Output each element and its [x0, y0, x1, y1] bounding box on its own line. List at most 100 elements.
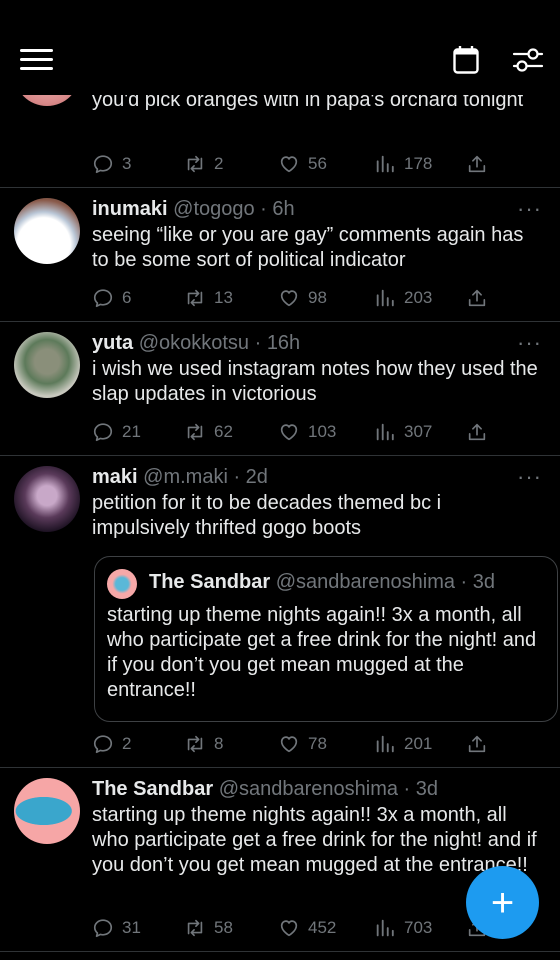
share-button[interactable] — [466, 421, 488, 443]
share-button[interactable] — [466, 153, 488, 175]
retweet-button[interactable]: 8 — [184, 733, 223, 755]
views-button[interactable]: 203 — [374, 287, 432, 309]
tweet-actions: 3 2 56 178 — [92, 153, 492, 177]
avatar — [107, 569, 137, 599]
handle-time: @okokkotsu · 16h — [138, 332, 301, 354]
share-button[interactable] — [466, 287, 488, 309]
display-name[interactable]: maki — [92, 466, 138, 488]
reply-icon — [92, 917, 114, 939]
reply-count: 6 — [122, 288, 132, 307]
tweet-actions: 31 58 452 703 — [92, 917, 492, 941]
share-icon — [466, 287, 488, 309]
view-count: 203 — [404, 288, 433, 307]
heart-icon — [278, 153, 300, 175]
heart-icon — [278, 917, 300, 939]
like-count: 98 — [308, 288, 327, 307]
display-name[interactable]: The Sandbar — [92, 778, 213, 800]
views-icon — [374, 917, 396, 939]
reply-count: 31 — [122, 918, 141, 937]
top-app-bar — [0, 0, 560, 95]
calendar-icon[interactable] — [453, 46, 479, 74]
tweet-text: petition for it to be decades themed bc … — [92, 492, 442, 539]
retweet-icon — [184, 153, 206, 175]
views-button[interactable]: 703 — [374, 917, 432, 939]
views-icon — [374, 733, 396, 755]
retweet-count: 62 — [214, 422, 233, 441]
heart-icon — [278, 287, 300, 309]
tweet-text: i wish we used instagram notes how they … — [92, 358, 538, 405]
compose-button[interactable]: + — [466, 866, 539, 939]
reply-button[interactable]: 6 — [92, 287, 131, 309]
view-count: 703 — [404, 918, 433, 937]
view-count: 178 — [404, 154, 433, 173]
more-options-icon[interactable]: ··· — [517, 466, 542, 488]
avatar[interactable] — [14, 332, 80, 398]
share-icon — [466, 733, 488, 755]
reply-count: 3 — [122, 154, 132, 173]
plus-icon: + — [490, 880, 515, 925]
reply-button[interactable]: 31 — [92, 917, 141, 939]
avatar[interactable] — [14, 466, 80, 532]
share-icon — [466, 153, 488, 175]
like-count: 452 — [308, 918, 337, 937]
display-name[interactable]: inumaki — [92, 198, 168, 220]
views-button[interactable]: 178 — [374, 153, 432, 175]
reply-icon — [92, 421, 114, 443]
retweet-button[interactable]: 13 — [184, 287, 233, 309]
sliders-icon[interactable] — [512, 46, 544, 74]
like-button[interactable]: 56 — [278, 153, 327, 175]
view-count: 307 — [404, 422, 433, 441]
tweet-card[interactable]: inumaki @togogo · 6h ··· seeing “like or… — [0, 188, 560, 322]
share-button[interactable] — [466, 733, 488, 755]
views-icon — [374, 153, 396, 175]
tweet-text: seeing “like or you are gay” comments ag… — [92, 224, 524, 271]
retweet-button[interactable]: 62 — [184, 421, 233, 443]
hamburger-icon[interactable] — [20, 49, 53, 73]
views-button[interactable]: 307 — [374, 421, 432, 443]
retweet-button[interactable]: 2 — [184, 153, 223, 175]
retweet-count: 13 — [214, 288, 233, 307]
share-icon — [466, 421, 488, 443]
retweet-icon — [184, 421, 206, 443]
heart-icon — [278, 421, 300, 443]
like-count: 56 — [308, 154, 327, 173]
view-count: 201 — [404, 734, 433, 753]
like-count: 103 — [308, 422, 337, 441]
more-options-icon[interactable]: ··· — [517, 198, 542, 220]
retweet-count: 58 — [214, 918, 233, 937]
avatar[interactable] — [14, 778, 80, 844]
reply-count: 2 — [122, 734, 132, 753]
like-button[interactable]: 78 — [278, 733, 327, 755]
like-button[interactable]: 452 — [278, 917, 336, 939]
reply-button[interactable]: 2 — [92, 733, 131, 755]
reply-count: 21 — [122, 422, 141, 441]
views-button[interactable]: 201 — [374, 733, 432, 755]
retweet-count: 8 — [214, 734, 224, 753]
tweet-actions: 2 8 78 201 — [92, 733, 492, 757]
handle-time: @m.maki · 2d — [143, 466, 268, 488]
tweet-card[interactable]: maki @m.maki · 2d ··· petition for it to… — [0, 456, 560, 768]
retweet-icon — [184, 917, 206, 939]
tweet-actions: 6 13 98 203 — [92, 287, 492, 311]
reply-icon — [92, 287, 114, 309]
quoted-tweet[interactable]: The Sandbar @sandbarenoshima · 3d starti… — [94, 556, 558, 722]
like-button[interactable]: 98 — [278, 287, 327, 309]
retweet-icon — [184, 287, 206, 309]
quoted-handle-time: @sandbarenoshima · 3d — [275, 571, 496, 593]
tweet-card[interactable]: yuta @okokkotsu · 16h ··· i wish we used… — [0, 322, 560, 456]
views-icon — [374, 287, 396, 309]
reply-button[interactable]: 3 — [92, 153, 131, 175]
tweet-actions: 21 62 103 307 — [92, 421, 492, 445]
avatar[interactable] — [14, 198, 80, 264]
like-button[interactable]: 103 — [278, 421, 336, 443]
retweet-button[interactable]: 58 — [184, 917, 233, 939]
reply-button[interactable]: 21 — [92, 421, 141, 443]
handle-time: @togogo · 6h — [173, 198, 295, 220]
retweet-count: 2 — [214, 154, 224, 173]
display-name[interactable]: yuta — [92, 332, 133, 354]
quoted-display-name: The Sandbar — [149, 571, 271, 593]
quoted-text: starting up theme nights again!! 3x a mo… — [107, 604, 537, 701]
more-options-icon[interactable]: ··· — [517, 332, 542, 354]
retweet-icon — [184, 733, 206, 755]
reply-icon — [92, 153, 114, 175]
